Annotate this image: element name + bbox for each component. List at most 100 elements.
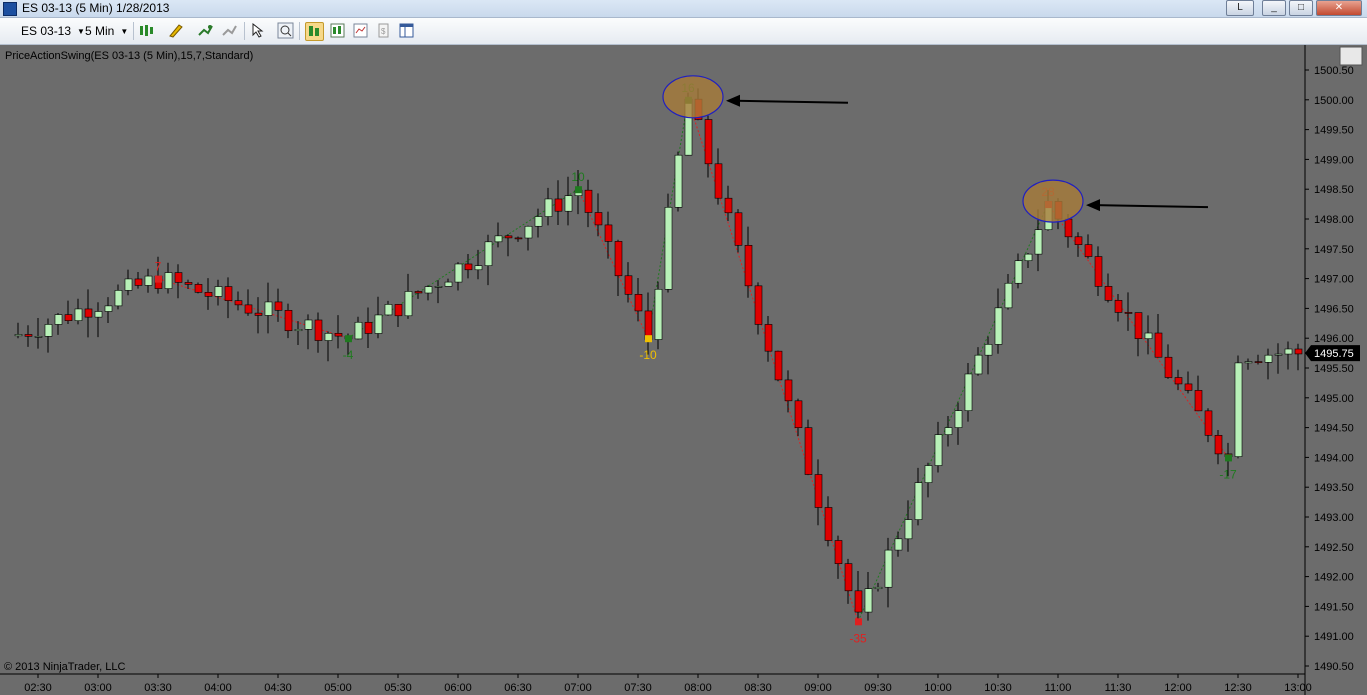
- swing-line: [347, 188, 579, 339]
- y-tick-label: 1492.00: [1314, 572, 1354, 584]
- candle-body: [104, 305, 113, 312]
- candle-body: [64, 314, 73, 321]
- x-tick-label: 10:30: [984, 682, 1012, 694]
- candle-body: [874, 586, 883, 590]
- candle-body: [1144, 332, 1153, 339]
- annotation-arrow: [1095, 204, 1209, 209]
- swing-point: [575, 186, 582, 194]
- y-tick-label: 1496.50: [1314, 303, 1354, 315]
- candle-body: [364, 321, 373, 334]
- candle-body: [1154, 332, 1163, 358]
- price-chart[interactable]: 1490.50 1491.00 1491.50 1492.00 1492.50 1493.…: [0, 45, 1367, 695]
- chevron-down-icon: ▼: [120, 26, 129, 36]
- candle-body: [964, 373, 973, 411]
- candle-body: [354, 321, 363, 340]
- x-tick-label: 04:30: [264, 682, 292, 694]
- candle-body: [34, 336, 43, 338]
- y-tick-label: 1493.00: [1314, 512, 1354, 524]
- data-box-icon[interactable]: [329, 22, 346, 39]
- candle-body: [114, 290, 123, 307]
- swing-point: [855, 618, 862, 626]
- y-tick-label: 1498.00: [1314, 214, 1354, 226]
- x-tick-label: 13:00: [1284, 682, 1312, 694]
- zoom-icon[interactable]: [277, 22, 294, 39]
- candle-body: [654, 288, 663, 340]
- indicator-label: PriceActionSwing(ES 03-13 (5 Min),15,7,S…: [5, 50, 254, 62]
- y-tick-label: 1497.00: [1314, 274, 1354, 286]
- swing-point: [645, 335, 652, 343]
- candle-body: [854, 590, 863, 613]
- candle-body: [204, 292, 213, 297]
- candle-body: [504, 235, 513, 239]
- cursor-icon[interactable]: [249, 22, 266, 39]
- swing-point: [1225, 454, 1232, 462]
- candle-body: [314, 319, 323, 341]
- chart-trader-icon[interactable]: [305, 22, 324, 41]
- candle-body: [704, 119, 713, 165]
- candle-body: [1244, 361, 1253, 364]
- minimize-button[interactable]: _: [1262, 0, 1286, 16]
- y-tick-label: 1497.50: [1314, 244, 1354, 256]
- y-tick-label: 1494.00: [1314, 452, 1354, 464]
- maximize-button[interactable]: □: [1289, 0, 1313, 16]
- candle-body: [414, 291, 423, 294]
- candle-body: [444, 281, 453, 287]
- candle-body: [194, 284, 203, 293]
- candle-body: [234, 300, 243, 306]
- y-tick-label: 1500.50: [1314, 65, 1354, 77]
- bar-type-icon[interactable]: [138, 22, 155, 39]
- x-tick-label: 09:30: [864, 682, 892, 694]
- candle-body: [764, 324, 773, 352]
- candle-body: [1134, 312, 1143, 339]
- swing-label: -10: [639, 348, 657, 362]
- candle-body: [674, 154, 683, 208]
- candle-body: [824, 507, 833, 541]
- draw-pencil-icon[interactable]: [167, 22, 184, 39]
- swing-label: 10: [571, 170, 585, 184]
- chart-toolbar: ES 03-13 ▼ 5 Min ▼ $: [0, 18, 1367, 45]
- swing-line: [687, 99, 859, 622]
- instrument-selector[interactable]: ES 03-13 ▼: [21, 22, 85, 40]
- candle-body: [1174, 377, 1183, 385]
- candle-body: [294, 329, 303, 332]
- candle-body: [534, 216, 543, 227]
- swing-point: [345, 335, 352, 343]
- link-dropdown-button[interactable]: L: [1226, 0, 1254, 16]
- candle-body: [944, 427, 953, 435]
- add-indicator-icon[interactable]: [197, 22, 214, 39]
- candle-body: [544, 198, 553, 217]
- strategy-icon[interactable]: [221, 22, 238, 39]
- candle-body: [914, 482, 923, 520]
- x-tick-label: 06:00: [444, 682, 472, 694]
- properties-icon[interactable]: [352, 22, 369, 39]
- candle-body: [1094, 256, 1103, 287]
- toolbar-divider: [244, 22, 245, 40]
- candle-body: [164, 272, 173, 289]
- interval-selector[interactable]: 5 Min ▼: [85, 22, 128, 40]
- candle-body: [434, 286, 443, 288]
- window-layout-icon[interactable]: [398, 22, 415, 39]
- candle-body: [624, 275, 633, 295]
- close-button[interactable]: ✕: [1316, 0, 1362, 16]
- y-tick-label: 1498.50: [1314, 184, 1354, 196]
- candle-body: [1104, 286, 1113, 301]
- x-tick-label: 11:00: [1045, 682, 1072, 694]
- x-tick-label: 04:00: [204, 682, 232, 694]
- snapshot-icon[interactable]: $: [375, 22, 392, 39]
- annotation-ellipse: [662, 75, 724, 119]
- candle-body: [1294, 348, 1303, 355]
- chart-restore-button[interactable]: [1339, 46, 1363, 66]
- y-tick-label: 1491.50: [1314, 601, 1354, 613]
- candle-body: [1064, 218, 1073, 238]
- candle-body: [264, 301, 273, 316]
- candle-body: [594, 212, 603, 226]
- candle-body: [864, 588, 873, 613]
- y-tick-label: 1496.00: [1314, 333, 1354, 345]
- candle-body: [974, 354, 983, 375]
- candle-body: [44, 324, 53, 337]
- candle-body: [564, 195, 573, 212]
- y-tick-label: 1495.00: [1314, 393, 1354, 405]
- candle-body: [94, 311, 103, 318]
- toolbar-divider: [299, 22, 300, 40]
- swing-point: [155, 275, 162, 283]
